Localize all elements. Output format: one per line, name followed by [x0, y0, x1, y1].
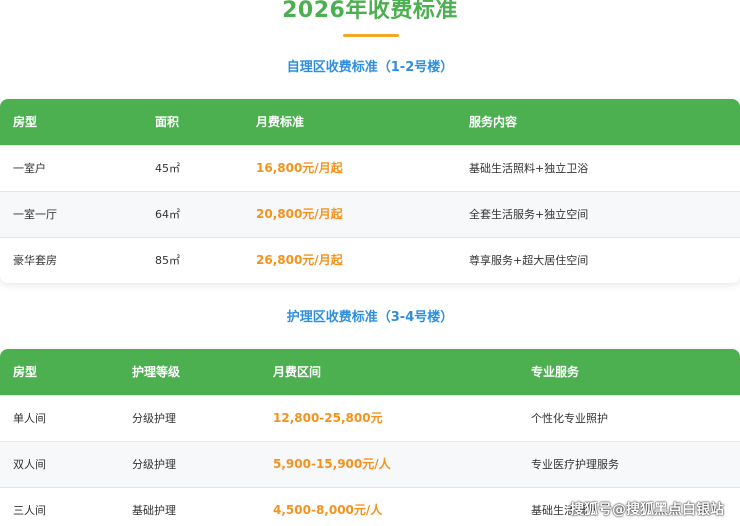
service-cell: 尊享服务+超大居住空间: [469, 254, 589, 267]
header-area: 面积: [155, 115, 180, 129]
service-cell: 基础生活照料+独立卫浴: [469, 162, 589, 175]
fee-cell: 12,800-25,800元: [273, 411, 383, 425]
service-cell: 全套生活服务+独立空间: [469, 208, 589, 221]
area-cell: 85㎡: [155, 254, 180, 267]
fee-standard-page: 2026年收费标准 自理区收费标准（1-2号楼） 房型 面积 月费标准 服务内容…: [0, 0, 740, 526]
source-watermark: 搜狐号@搜狐黑点白银站: [570, 502, 724, 518]
header-service: 服务内容: [469, 115, 518, 129]
nursing-heading: 护理区收费标准（3-4号楼）: [286, 310, 454, 325]
table-row: 豪华套房 85㎡ 26,800元/月起 尊享服务+超大居住空间: [0, 237, 740, 283]
header-care-level: 护理等级: [132, 365, 181, 379]
room-type-cell: 豪华套房: [13, 254, 57, 267]
page-title: 2026年收费标准: [282, 0, 458, 23]
fee-cell: 16,800元/月起: [256, 161, 343, 175]
header-monthly-fee: 月费标准: [256, 115, 305, 129]
room-type-cell: 三人间: [13, 504, 46, 517]
area-cell: 64㎡: [155, 208, 180, 221]
header-room-type: 房型: [13, 365, 38, 379]
header-professional-service: 专业服务: [531, 365, 580, 379]
self-care-table: 房型 面积 月费标准 服务内容 一室户 45㎡ 16,800元/月起 基础生活照…: [0, 99, 740, 283]
header-fee-range: 月费区间: [273, 365, 322, 379]
room-type-cell: 单人间: [13, 412, 46, 425]
care-level-cell: 分级护理: [132, 412, 176, 425]
table-row: 一室一厅 64㎡ 20,800元/月起 全套生活服务+独立空间: [0, 191, 740, 237]
care-level-cell: 分级护理: [132, 458, 176, 471]
table-header: 房型 护理等级 月费区间 专业服务: [0, 349, 740, 395]
fee-cell: 4,500-8,000元/人: [273, 503, 383, 517]
room-type-cell: 一室一厅: [13, 208, 57, 221]
fee-cell: 26,800元/月起: [256, 253, 343, 267]
table-row: 一室户 45㎡ 16,800元/月起 基础生活照料+独立卫浴: [0, 145, 740, 191]
header-room-type: 房型: [13, 115, 38, 129]
care-level-cell: 基础护理: [132, 504, 176, 517]
self-care-heading: 自理区收费标准（1-2号楼）: [286, 60, 454, 75]
fee-cell: 20,800元/月起: [256, 207, 343, 221]
area-cell: 45㎡: [155, 162, 180, 175]
service-cell: 专业医疗护理服务: [531, 458, 619, 471]
table-row: 单人间 分级护理 12,800-25,800元 个性化专业照护: [0, 395, 740, 441]
service-cell: 个性化专业照护: [531, 412, 608, 425]
table-row: 双人间 分级护理 5,900-15,900元/人 专业医疗护理服务: [0, 441, 740, 487]
table-header: 房型 面积 月费标准 服务内容: [0, 99, 740, 145]
fee-cell: 5,900-15,900元/人: [273, 457, 391, 471]
title-underline: [343, 34, 399, 37]
room-type-cell: 一室户: [13, 162, 46, 175]
room-type-cell: 双人间: [13, 458, 46, 471]
